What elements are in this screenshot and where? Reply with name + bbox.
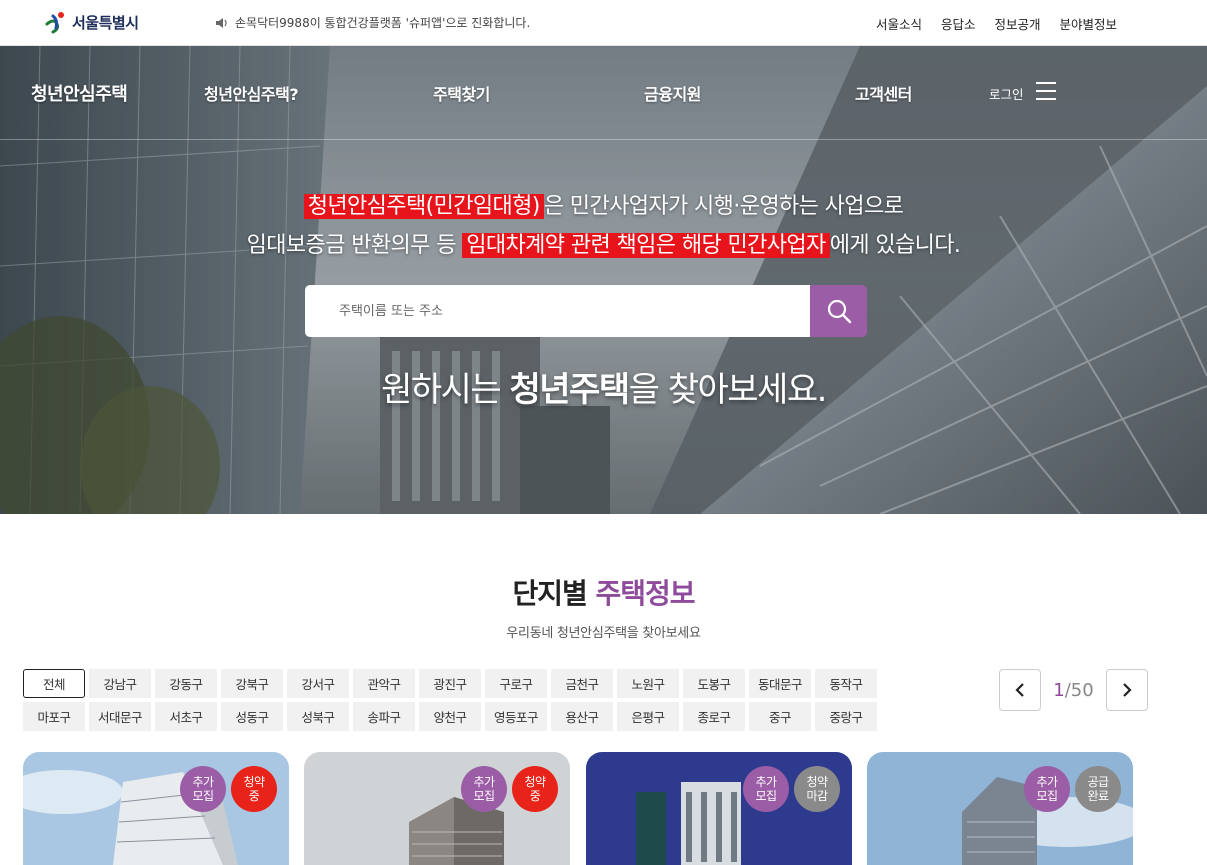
district-yongsan[interactable]: 용산구 [551, 702, 613, 731]
district-dongjak[interactable]: 동작구 [815, 669, 877, 698]
badge-additional-recruit: 추가 모집 [180, 766, 226, 812]
seoul-logo[interactable]: 서울특별시 [44, 9, 139, 35]
chevron-right-icon [1123, 683, 1132, 697]
seoul-logo-icon [45, 12, 64, 34]
speaker-icon [216, 17, 227, 28]
link-seoul-news[interactable]: 서울소식 [876, 14, 922, 33]
chevron-left-icon [1015, 683, 1024, 697]
link-info-disclosure[interactable]: 정보공개 [994, 14, 1040, 33]
district-row-2: 마포구 서대문구 서초구 성동구 성북구 송파구 양천구 영등포구 용산구 은평… [23, 702, 893, 731]
badge-additional-recruit: 추가 모집 [1024, 766, 1070, 812]
hamburger-menu-icon[interactable] [1036, 82, 1056, 100]
district-nowon[interactable]: 노원구 [617, 669, 679, 698]
badge-additional-recruit: 추가 모집 [461, 766, 507, 812]
badge-status: 청약 마감 [794, 766, 840, 812]
housing-card[interactable]: 추가 모집 청약 중 [304, 752, 570, 865]
slogan-pre: 원하시는 [381, 370, 502, 410]
district-mapo[interactable]: 마포구 [23, 702, 85, 731]
district-jongno[interactable]: 종로구 [683, 702, 745, 731]
hero-slogan: 원하시는 청년주택을 찾아보세요. [0, 362, 1207, 411]
district-yangcheon[interactable]: 양천구 [419, 702, 481, 731]
district-gangbuk[interactable]: 강북구 [221, 669, 283, 698]
district-guro[interactable]: 구로구 [485, 669, 547, 698]
badge-status: 청약 중 [512, 766, 558, 812]
slogan-bold: 청년주택 [509, 370, 631, 410]
prev-page-button[interactable] [999, 669, 1041, 711]
district-all[interactable]: 전체 [23, 669, 85, 698]
district-filter: 전체 강남구 강동구 강북구 강서구 관악구 광진구 구로구 금천구 노원구 도… [23, 669, 893, 735]
district-songpa[interactable]: 송파구 [353, 702, 415, 731]
pagination: 1/50 [999, 669, 1148, 711]
district-seodaemun[interactable]: 서대문구 [89, 702, 151, 731]
site-brand[interactable]: 청년안심주택 [31, 80, 128, 106]
district-jung[interactable]: 중구 [749, 702, 811, 731]
page-indicator: 1/50 [1041, 680, 1106, 701]
district-seocho[interactable]: 서초구 [155, 702, 217, 731]
hero-notice-line-2: 임대보증금 반환의무 등 임대차계약 관련 책임은 해당 민간사업자 에게 있습니… [0, 227, 1207, 259]
district-dongdaemun[interactable]: 동대문구 [749, 669, 811, 698]
highlight-responsibility: 임대차계약 관련 책임은 해당 민간사업자 [462, 233, 830, 258]
search-button[interactable] [810, 285, 867, 337]
line2-post-text: 에게 있습니다. [829, 233, 961, 258]
hero-notice-line-1: 청년안심주택(민간임대형) 은 민간사업자가 시행·운영하는 사업으로 [0, 188, 1207, 220]
housing-card[interactable]: 추가 모집 공급 완료 [867, 752, 1133, 865]
district-dobong[interactable]: 도봉구 [683, 669, 745, 698]
main-navigation: 청년안심주택 청년안심주택? 주택찾기 금융지원 고객센터 로그인 [0, 46, 1207, 140]
current-page: 1 [1053, 679, 1065, 701]
section-title: 단지별 주택정보 [0, 572, 1207, 612]
housing-search-input[interactable] [305, 285, 810, 337]
district-seongdong[interactable]: 성동구 [221, 702, 283, 731]
top-utility-bar: 서울특별시 손목닥터9988이 통합건강플랫폼 '슈퍼앱'으로 진화합니다. 서… [0, 0, 1207, 46]
district-gangnam[interactable]: 강남구 [89, 669, 151, 698]
link-field-info[interactable]: 분야별정보 [1059, 14, 1117, 33]
nav-find-housing[interactable]: 주택찾기 [433, 81, 490, 105]
section-title-accent: 주택정보 [595, 577, 695, 610]
district-row-1: 전체 강남구 강동구 강북구 강서구 관악구 광진구 구로구 금천구 노원구 도… [23, 669, 893, 698]
section-title-plain: 단지별 [512, 577, 587, 610]
utility-links: 서울소식 응답소 정보공개 분야별정보 [876, 14, 1117, 33]
housing-card[interactable]: 추가 모집 청약 중 [23, 752, 289, 865]
badge-status: 청약 중 [231, 766, 277, 812]
line1-text: 은 민간사업자가 시행·운영하는 사업으로 [543, 194, 904, 219]
login-link[interactable]: 로그인 [989, 84, 1024, 103]
hero-banner: 청년안심주택 청년안심주택? 주택찾기 금융지원 고객센터 로그인 청년안심주택… [0, 46, 1207, 514]
district-gangdong[interactable]: 강동구 [155, 669, 217, 698]
search-icon [827, 299, 851, 324]
logo-text: 서울특별시 [72, 13, 139, 32]
slogan-post: 을 찾아보세요. [628, 370, 828, 410]
nav-customer-center[interactable]: 고객센터 [855, 81, 912, 105]
badge-status: 공급 완료 [1075, 766, 1121, 812]
link-eungdapso[interactable]: 응답소 [941, 14, 976, 33]
section-subtitle: 우리동네 청년안심주택을 찾아보세요 [506, 626, 701, 641]
nav-about[interactable]: 청년안심주택? [204, 81, 299, 105]
notice-text: 손목닥터9988이 통합건강플랫폼 '슈퍼앱'으로 진화합니다. [235, 16, 531, 30]
district-gwanak[interactable]: 관악구 [353, 669, 415, 698]
line2-pre-text: 임대보증금 반환의무 등 [246, 233, 457, 258]
nav-financial-support[interactable]: 금융지원 [644, 81, 701, 105]
district-geumcheon[interactable]: 금천구 [551, 669, 613, 698]
total-pages: /50 [1064, 679, 1094, 701]
district-jungnang[interactable]: 중랑구 [815, 702, 877, 731]
housing-card[interactable]: 추가 모집 청약 마감 [586, 752, 852, 865]
badge-additional-recruit: 추가 모집 [743, 766, 789, 812]
district-seongbuk[interactable]: 성북구 [287, 702, 349, 731]
district-gwangjin[interactable]: 광진구 [419, 669, 481, 698]
district-gangseo[interactable]: 강서구 [287, 669, 349, 698]
highlight-program-name: 청년안심주택(민간임대형) [303, 194, 544, 219]
district-yeongdeungpo[interactable]: 영등포구 [485, 702, 547, 731]
next-page-button[interactable] [1106, 669, 1148, 711]
notice-banner[interactable]: 손목닥터9988이 통합건강플랫폼 '슈퍼앱'으로 진화합니다. [215, 14, 530, 31]
district-eunpyeong[interactable]: 은평구 [617, 702, 679, 731]
